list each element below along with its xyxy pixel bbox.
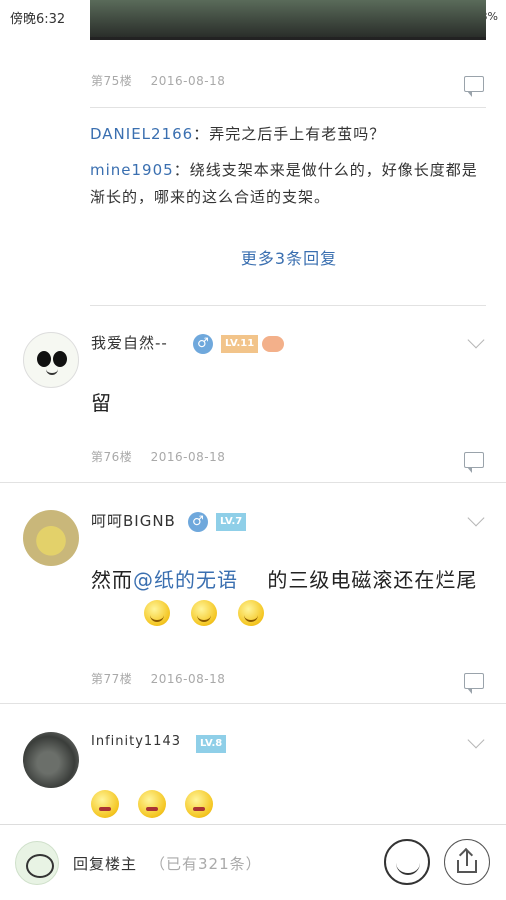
reply-op-input[interactable]: 回复楼主 [73,853,137,874]
sub-reply[interactable]: mine1905：绕线支架本来是做什么的，好像长度都是渐长的，哪来的这么合适的支… [90,157,485,211]
username[interactable]: Infinity1143 [91,734,181,749]
reply-bar: 回复楼主 （已有321条） [0,824,506,900]
reply-text: 弄完之后手上有老茧吗？ [209,125,386,143]
gamepad-icon [262,336,284,352]
chevron-down-icon[interactable] [467,731,485,749]
status-time: 傍晚6:32 [10,12,66,27]
mention-link[interactable]: @纸的无语 [133,568,238,592]
content-text: 然而 [91,568,133,592]
smile-emoji [238,600,265,626]
floor-number: 第76楼 [91,450,133,464]
emoji-icon[interactable] [384,839,430,885]
reply-sep: ： [173,161,190,179]
share-icon[interactable] [444,839,490,885]
smile-emoji [144,600,170,626]
post-content: 然而@纸的无语 的三级电磁滚还在烂尾 [91,563,481,597]
divider [90,305,486,306]
floor-number: 第75楼 [91,74,133,88]
level-badge: LV.11 [221,335,259,353]
avatar[interactable] [23,510,79,566]
reply-user[interactable]: mine1905 [90,161,174,179]
username[interactable]: 我爱自然-- [91,332,168,353]
more-replies-link[interactable]: 更多3条回复 [0,245,506,269]
level-badge: LV.8 [196,735,227,753]
reply-user[interactable]: DANIEL2166 [90,125,193,143]
angry-emoji [138,790,167,818]
floor-meta: 第75楼 2016-08-18 [91,72,239,89]
post-date: 2016-08-18 [150,672,226,686]
divider [0,703,506,704]
angry-emoji [185,790,214,818]
reply-sep: ： [193,125,210,143]
comment-icon[interactable] [464,76,484,97]
divider [0,482,506,483]
comment-icon[interactable] [464,673,484,694]
chevron-down-icon[interactable] [467,331,485,349]
chevron-down-icon[interactable] [467,509,485,527]
male-icon: ♂ [193,334,213,354]
emoji-row [136,600,272,626]
username[interactable]: 呵呵BIGNB [91,510,176,531]
post-content: 留 [91,391,112,415]
floor-meta: 第76楼 2016-08-18 [91,448,239,465]
avatar[interactable] [23,332,79,388]
divider [90,107,486,108]
level-badge: LV.7 [216,513,247,531]
post-date: 2016-08-18 [150,450,226,464]
sub-reply[interactable]: DANIEL2166：弄完之后手上有老茧吗？ [90,121,485,148]
comment-icon[interactable] [464,452,484,473]
post-image[interactable] [90,0,486,40]
content-text: 的三级电磁滚还在烂尾 [267,568,478,592]
my-avatar[interactable] [15,841,59,885]
reply-count: （已有321条） [150,855,262,873]
avatar[interactable] [23,732,79,788]
emoji-row [91,790,227,822]
angry-emoji [91,790,119,818]
post-date: 2016-08-18 [150,74,226,88]
smile-emoji [191,600,218,626]
male-icon: ♂ [188,512,208,532]
floor-meta: 第77楼 2016-08-18 [91,670,239,687]
floor-number: 第77楼 [91,672,133,686]
